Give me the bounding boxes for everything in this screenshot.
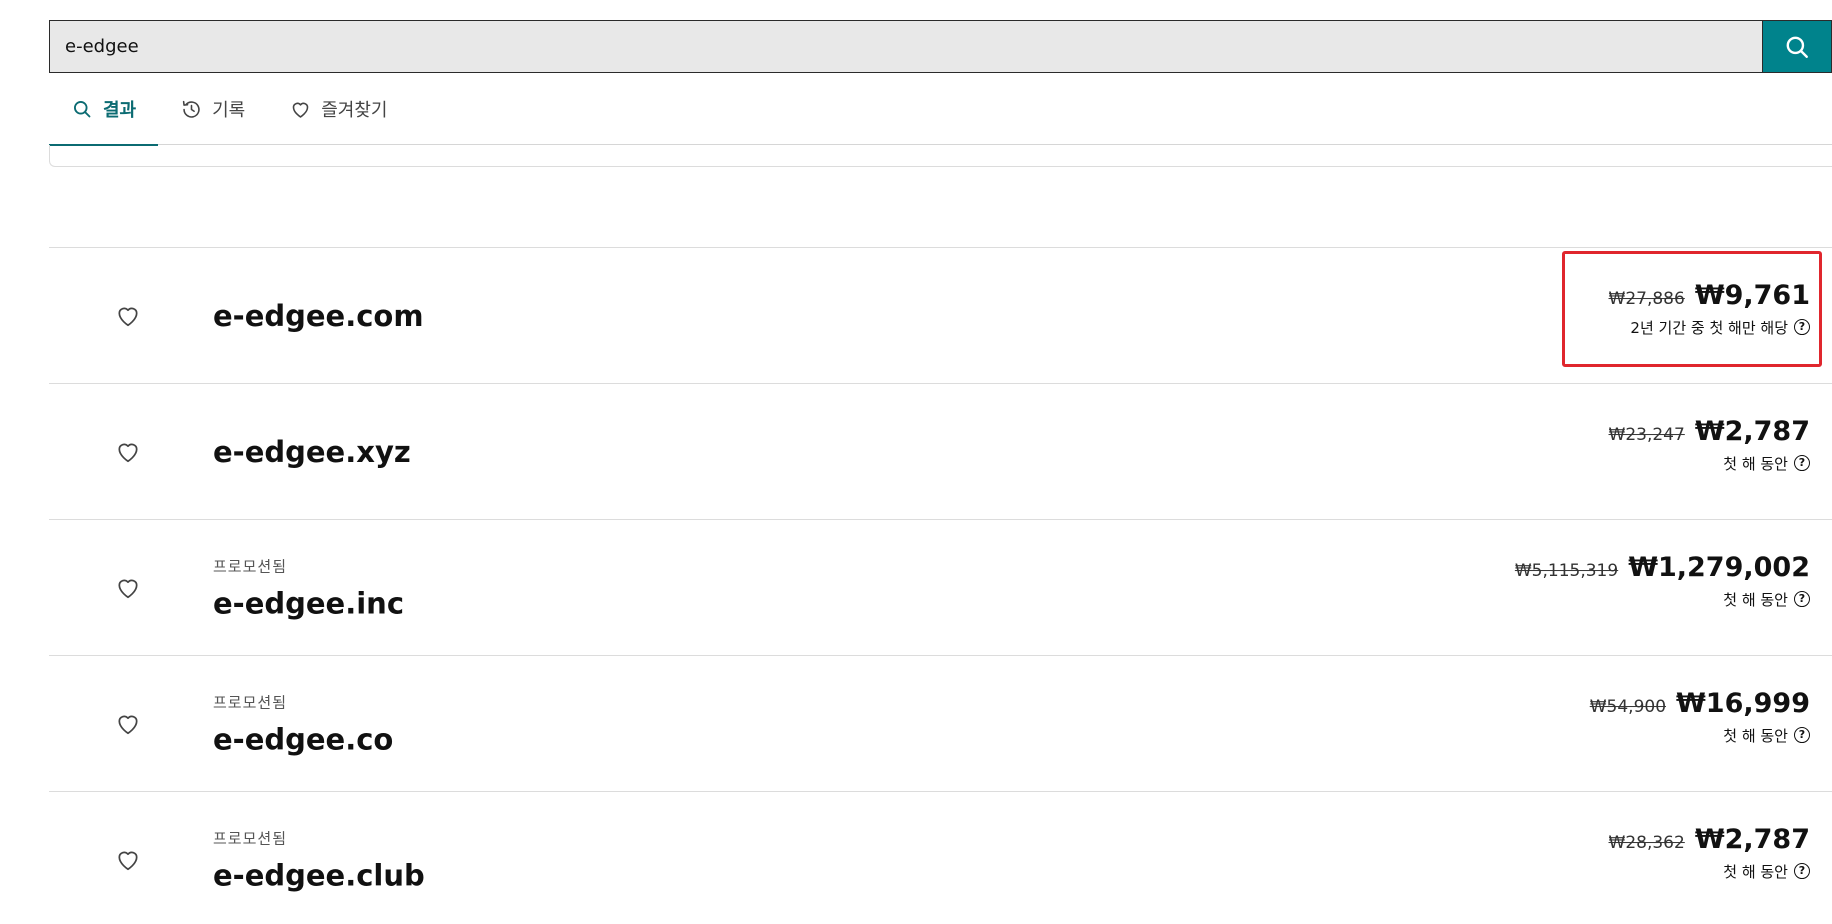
original-price: ₩54,900 — [1589, 696, 1667, 717]
domain-name[interactable]: e-edgee.co — [213, 722, 393, 756]
favorite-button[interactable] — [113, 574, 143, 602]
price-block: ₩54,900 ₩16,999 첫 해 동안 ? — [1590, 688, 1810, 746]
sale-price: ₩1,279,002 — [1628, 551, 1810, 583]
original-price: ₩23,247 — [1608, 424, 1685, 445]
domain-name-block: 프로모션됨 e-edgee.co — [213, 691, 393, 756]
result-tabs: 결과 기록 즐겨찾기 — [49, 73, 1832, 146]
price-term: 2년 기간 중 첫 해만 해당 — [1630, 318, 1788, 337]
sale-price: ₩2,787 — [1694, 415, 1810, 447]
domain-result-row: e-edgee.com ₩27,886 ₩9,761 2년 기간 중 첫 해만 … — [49, 247, 1832, 383]
promoted-badge: 프로모션됨 — [213, 829, 288, 847]
favorite-button[interactable] — [113, 846, 143, 874]
tab-favorites[interactable]: 즐겨찾기 — [267, 73, 409, 145]
search-bar — [49, 20, 1832, 73]
domain-name[interactable]: e-edgee.club — [213, 858, 425, 892]
search-input[interactable] — [49, 20, 1762, 73]
sale-price: ₩2,787 — [1694, 823, 1810, 855]
domain-results-list: e-edgee.com ₩27,886 ₩9,761 2년 기간 중 첫 해만 … — [49, 247, 1832, 924]
tab-label: 기록 — [212, 100, 246, 121]
tab-history[interactable]: 기록 — [158, 73, 267, 145]
domain-name[interactable]: e-edgee.inc — [213, 586, 404, 620]
help-icon[interactable]: ? — [1794, 863, 1810, 880]
heart-icon — [289, 98, 311, 120]
domain-name-block: 프로모션됨 e-edgee.inc — [213, 555, 404, 620]
price-term: 첫 해 동안 — [1723, 454, 1788, 473]
price-block: ₩27,886 ₩9,761 2년 기간 중 첫 해만 해당 ? — [1609, 280, 1810, 338]
heart-icon — [118, 307, 138, 326]
sale-price: ₩9,761 — [1694, 279, 1810, 311]
price-block: ₩28,362 ₩2,787 첫 해 동안 ? — [1609, 824, 1810, 882]
domain-name-block: e-edgee.xyz — [213, 435, 411, 469]
tab-label: 결과 — [103, 100, 137, 121]
heart-icon — [118, 579, 138, 598]
favorite-button[interactable] — [113, 710, 143, 738]
domain-name-block: e-edgee.com — [213, 299, 424, 333]
history-icon — [180, 98, 202, 120]
domain-name-block: 프로모션됨 e-edgee.club — [213, 827, 425, 892]
price-block: ₩23,247 ₩2,787 첫 해 동안 ? — [1609, 416, 1810, 474]
domain-result-row: 프로모션됨 e-edgee.co ₩54,900 ₩16,999 첫 해 동안 … — [49, 655, 1832, 791]
favorite-button[interactable] — [113, 438, 143, 466]
domain-name[interactable]: e-edgee.com — [213, 299, 424, 333]
domain-result-row: 프로모션됨 e-edgee.inc ₩5,115,319 ₩1,279,002 … — [49, 519, 1832, 655]
original-price: ₩28,362 — [1608, 832, 1685, 853]
help-icon[interactable]: ? — [1794, 591, 1810, 608]
sale-price: ₩16,999 — [1676, 687, 1810, 719]
help-icon[interactable]: ? — [1794, 319, 1810, 336]
tab-results[interactable]: 결과 — [49, 73, 159, 146]
tab-label: 즐겨찾기 — [321, 100, 388, 121]
promoted-badge: 프로모션됨 — [213, 693, 288, 711]
original-price: ₩27,886 — [1608, 288, 1685, 309]
price-block: ₩5,115,319 ₩1,279,002 첫 해 동안 ? — [1515, 552, 1810, 610]
price-term: 첫 해 동안 — [1723, 590, 1788, 609]
price-term: 첫 해 동안 — [1723, 862, 1788, 881]
price-term: 첫 해 동안 — [1723, 726, 1788, 745]
heart-icon — [118, 851, 138, 870]
search-icon — [1786, 36, 1808, 58]
favorite-button[interactable] — [113, 302, 143, 330]
promoted-badge: 프로모션됨 — [213, 557, 288, 575]
help-icon[interactable]: ? — [1794, 727, 1810, 744]
search-button[interactable] — [1762, 20, 1832, 73]
search-icon — [71, 98, 93, 120]
heart-icon — [118, 443, 138, 462]
domain-result-row: 프로모션됨 e-edgee.club ₩28,362 ₩2,787 첫 해 동안… — [49, 791, 1832, 924]
panel-border — [49, 145, 1832, 167]
domain-result-row: e-edgee.xyz ₩23,247 ₩2,787 첫 해 동안 ? — [49, 383, 1832, 519]
domain-name[interactable]: e-edgee.xyz — [213, 435, 411, 469]
original-price: ₩5,115,319 — [1514, 560, 1619, 581]
heart-icon — [118, 715, 138, 734]
help-icon[interactable]: ? — [1794, 455, 1810, 472]
